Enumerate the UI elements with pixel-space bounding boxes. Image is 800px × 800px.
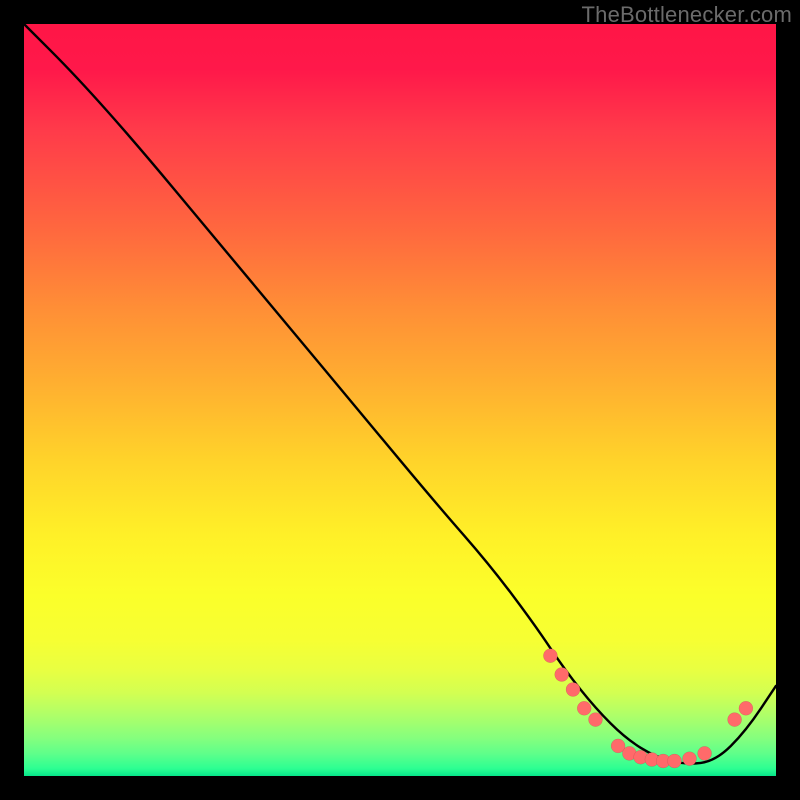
bottleneck-curve-path xyxy=(24,24,776,763)
attribution-label: TheBottlenecker.com xyxy=(582,2,792,28)
curve-marker xyxy=(577,701,591,715)
curve-marker xyxy=(668,754,682,768)
curve-marker xyxy=(698,746,712,760)
curve-marker xyxy=(555,668,569,682)
curve-layer xyxy=(24,24,776,776)
curve-marker xyxy=(728,713,742,727)
curve-marker xyxy=(739,701,753,715)
curve-marker xyxy=(543,649,557,663)
curve-marker xyxy=(589,713,603,727)
curve-marker xyxy=(683,752,697,766)
chart-container: TheBottlenecker.com xyxy=(0,0,800,800)
curve-marker xyxy=(566,683,580,697)
marker-group xyxy=(543,649,753,768)
plot-area xyxy=(24,24,776,776)
